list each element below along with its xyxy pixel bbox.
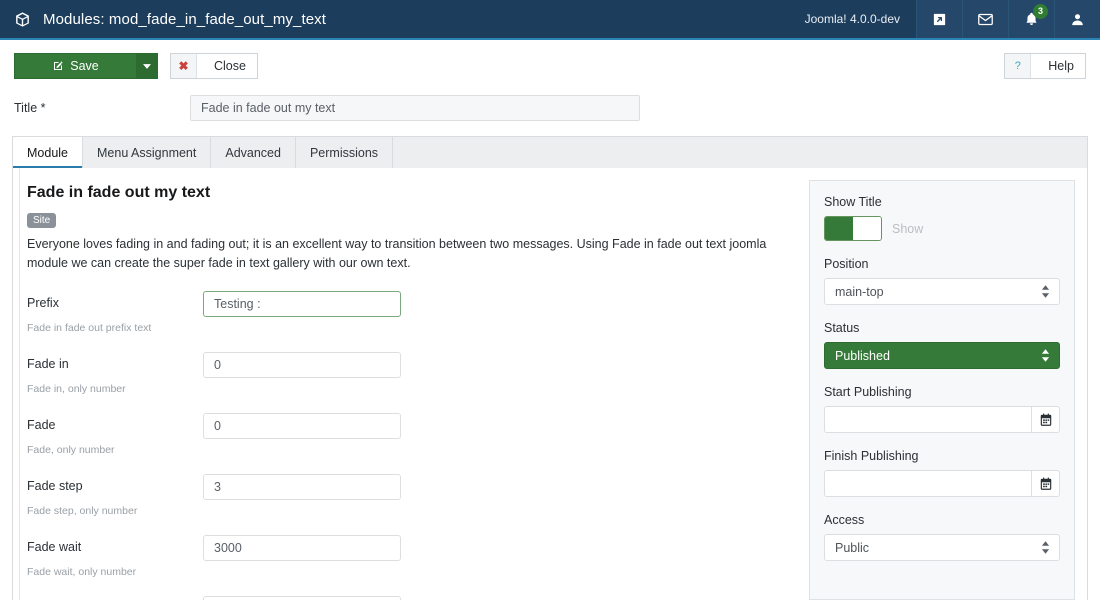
field-label-fade-in: Fade in	[27, 356, 69, 371]
app-header: Modules: mod_fade_in_fade_out_my_text Jo…	[0, 0, 1100, 40]
help-button-label: Help	[1048, 59, 1074, 73]
status-select[interactable]: Published	[824, 342, 1060, 369]
fade-in-input[interactable]: 0	[203, 351, 401, 378]
access-value: Public	[835, 540, 870, 555]
panel-right-sidebar: Show Title Show Position main-top Status…	[809, 168, 1087, 600]
close-button[interactable]: ✖ Close	[170, 53, 258, 79]
notification-badge: 3	[1033, 4, 1048, 19]
joomla-version: Joomla! 4.0.0-dev	[804, 12, 900, 26]
toggle-off-half	[853, 217, 881, 240]
pencil-square-icon	[54, 61, 63, 70]
module-heading: Fade in fade out my text	[27, 184, 211, 201]
position-block: Position main-top	[824, 257, 1060, 305]
position-select[interactable]: main-top	[824, 278, 1060, 305]
close-button-label: Close	[214, 59, 246, 73]
bell-icon[interactable]: 3	[1008, 0, 1054, 38]
fade-step-input[interactable]: 3	[203, 473, 401, 500]
show-title-block: Show Title Show	[824, 195, 1060, 241]
user-icon[interactable]	[1054, 0, 1100, 38]
finish-publishing-block: Finish Publishing	[824, 449, 1060, 497]
status-label: Status	[824, 321, 860, 335]
field-hint-fade-wait: Fade wait, only number	[27, 565, 137, 578]
fade-wait-input[interactable]: 3000	[203, 534, 401, 561]
start-publishing-block: Start Publishing	[824, 385, 1060, 433]
save-button-group: Save	[14, 53, 158, 79]
field-label-prefix: Prefix	[27, 295, 59, 310]
title-input[interactable]: Fade in fade out my text	[190, 95, 640, 121]
start-publishing-label: Start Publishing	[824, 385, 912, 399]
x-icon: ✖	[171, 54, 197, 78]
title-row: Title * Fade in fade out my text	[0, 84, 1100, 126]
access-select[interactable]: Public	[824, 534, 1060, 561]
header-left: Modules: mod_fade_in_fade_out_my_text	[0, 0, 789, 38]
status-block: Status Published	[824, 321, 1060, 369]
save-dropdown-toggle[interactable]	[136, 53, 158, 79]
finish-publishing-calendar-icon[interactable]	[1031, 470, 1060, 497]
external-link-icon[interactable]	[916, 0, 962, 38]
help-button[interactable]: ? Help	[1004, 53, 1086, 79]
start-publishing-calendar-icon[interactable]	[1031, 406, 1060, 433]
tab-module[interactable]: Module	[13, 137, 83, 169]
field-label-fade: Fade	[27, 417, 56, 432]
status-badge: Site	[27, 213, 57, 228]
position-label: Position	[824, 257, 869, 271]
access-block: Access Public	[824, 513, 1060, 561]
field-row-prefix: Prefix Testing :	[27, 290, 795, 317]
field-row-fade-step: Fade step 3	[27, 473, 795, 500]
field-hint-fade-in: Fade in, only number	[27, 382, 126, 395]
tab-bar: Module Menu Assignment Advanced Permissi…	[12, 136, 1088, 169]
form-fields: Prefix Testing : Fade in fade out prefix…	[27, 290, 795, 600]
caret-down-icon	[143, 63, 151, 69]
prefix-input[interactable]: Testing :	[203, 290, 401, 317]
toolbar: Save ✖ Close ? Help	[0, 48, 1100, 84]
cube-icon[interactable]	[14, 11, 31, 28]
panel-left-column: Fade in fade out my text Site Everyone l…	[13, 168, 809, 600]
field-label-fade-step: Fade step	[27, 478, 83, 493]
save-button[interactable]: Save	[14, 53, 136, 79]
field-hint-fade: Fade, only number	[27, 443, 115, 456]
title-field-label: Title *	[14, 101, 46, 115]
field-row-fade: Fade 0	[27, 412, 795, 439]
chevron-updown-icon	[1041, 285, 1050, 298]
field-row-fadein-text-1: Fadein Text 1 Fade in fade out my text 1	[27, 595, 795, 600]
show-title-label: Show Title	[824, 195, 882, 209]
tab-menu-assignment[interactable]: Menu Assignment	[83, 137, 212, 168]
start-publishing-input[interactable]	[824, 406, 1031, 433]
save-button-label: Save	[70, 59, 99, 73]
show-title-toggle[interactable]	[824, 216, 882, 241]
module-panel: Fade in fade out my text Site Everyone l…	[12, 168, 1088, 600]
finish-publishing-label: Finish Publishing	[824, 449, 919, 463]
module-description: Everyone loves fading in and fading out;…	[27, 237, 767, 270]
field-row-fade-in: Fade in 0	[27, 351, 795, 378]
tab-permissions[interactable]: Permissions	[295, 137, 394, 168]
show-title-toggle-state: Show	[892, 221, 924, 236]
mail-icon[interactable]	[962, 0, 1008, 38]
field-hint-fade-step: Fade step, only number	[27, 504, 138, 517]
tab-advanced[interactable]: Advanced	[211, 137, 296, 168]
toggle-on-half	[825, 217, 853, 240]
field-hint-prefix: Fade in fade out prefix text	[27, 321, 152, 334]
access-label: Access	[824, 513, 865, 527]
field-label-fade-wait: Fade wait	[27, 539, 82, 554]
fadein-text-1-input[interactable]: Fade in fade out my text 1	[203, 595, 401, 600]
chevron-updown-icon	[1041, 349, 1050, 362]
page-title: Modules: mod_fade_in_fade_out_my_text	[43, 10, 327, 28]
fade-input[interactable]: 0	[203, 412, 401, 439]
toolbar-right: ? Help	[1004, 53, 1086, 79]
field-row-fade-wait: Fade wait 3000	[27, 534, 795, 561]
field-label-fadein-text-1: Fadein Text 1	[27, 596, 203, 600]
chevron-updown-icon	[1041, 541, 1050, 554]
finish-publishing-input[interactable]	[824, 470, 1031, 497]
position-value: main-top	[835, 284, 884, 299]
sidebar-card: Show Title Show Position main-top Status…	[809, 180, 1075, 600]
status-value: Published	[835, 348, 890, 363]
question-icon: ?	[1005, 54, 1032, 78]
header-right: Joomla! 4.0.0-dev 3	[789, 0, 1100, 38]
